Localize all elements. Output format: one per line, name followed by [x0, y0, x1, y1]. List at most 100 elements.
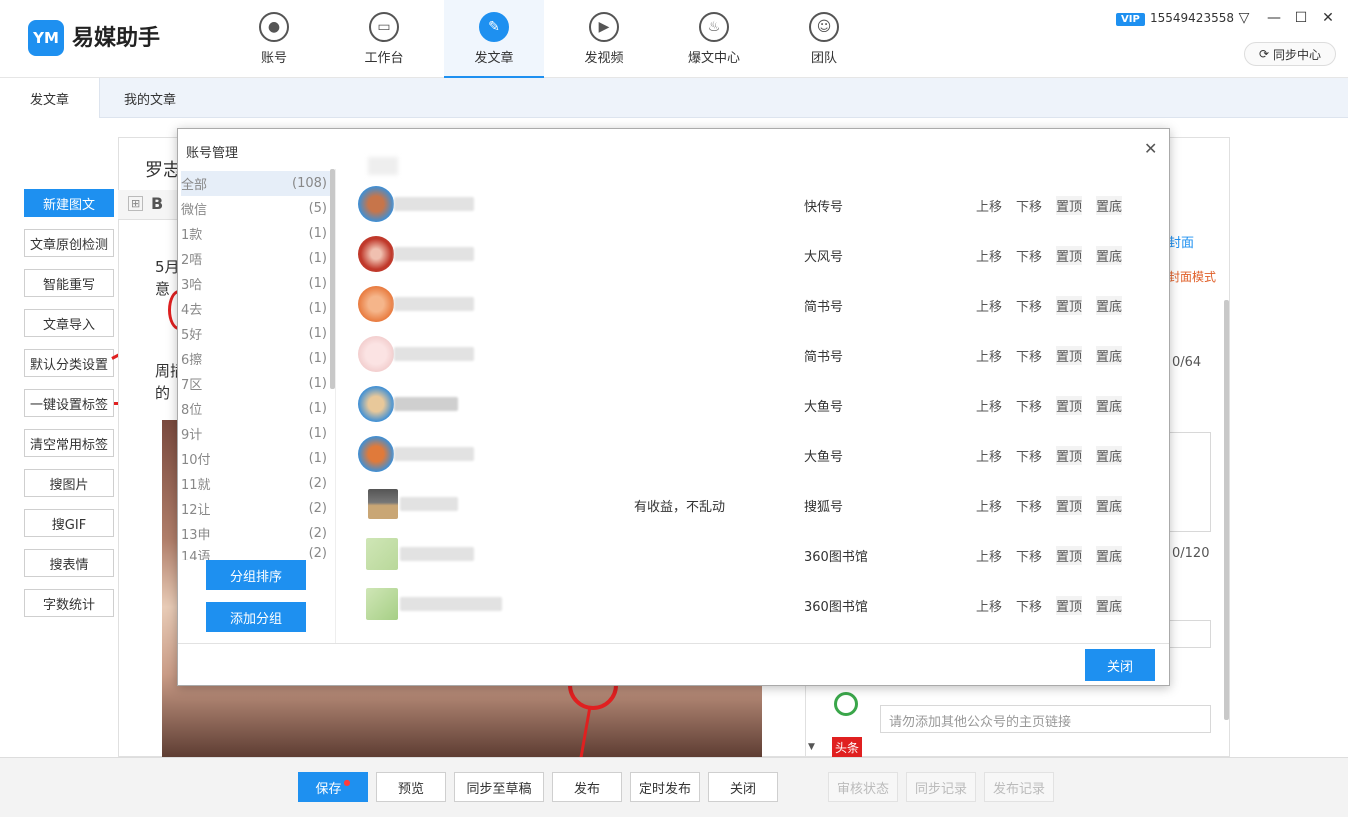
pin-top-button[interactable]: 置顶 — [1056, 446, 1083, 465]
preview-button[interactable]: 预览 — [376, 772, 446, 802]
pin-bottom-button[interactable]: 置底 — [1096, 296, 1123, 315]
search-emoji-button[interactable]: 搜表情 — [24, 549, 114, 577]
move-down-button[interactable]: 下移 — [1016, 396, 1042, 415]
save-button[interactable]: 保存 ● — [298, 772, 368, 802]
group-item[interactable]: 11就 (2) — [181, 471, 331, 496]
group-item[interactable]: 14语 (2) — [181, 546, 331, 560]
search-gif-button[interactable]: 搜GIF — [24, 509, 114, 537]
group-item[interactable]: 8位 (1) — [181, 396, 331, 421]
group-item[interactable]: 3哈 (1) — [181, 271, 331, 296]
account-row[interactable]: 简书号 上移 下移 置顶 置底 — [358, 329, 1148, 379]
panel-scrollbar[interactable] — [1224, 300, 1229, 720]
close-icon[interactable]: ✕ — [1318, 8, 1338, 28]
cover-link[interactable]: 封面 — [1168, 232, 1194, 251]
minimize-icon[interactable]: — — [1264, 8, 1284, 28]
add-group-button[interactable]: 添加分组 — [206, 602, 306, 632]
group-item[interactable]: 12让 (2) — [181, 496, 331, 521]
settings-input[interactable] — [1168, 620, 1211, 648]
account-row[interactable]: 大鱼号 上移 下移 置顶 置底 — [358, 379, 1148, 429]
pin-bottom-button[interactable]: 置底 — [1096, 446, 1123, 465]
move-up-button[interactable]: 上移 — [976, 446, 1002, 465]
move-down-button[interactable]: 下移 — [1016, 446, 1042, 465]
review-status-button[interactable]: 审核状态 — [828, 772, 898, 802]
pin-bottom-button[interactable]: 置底 — [1096, 496, 1123, 515]
pin-top-button[interactable]: 置顶 — [1056, 296, 1083, 315]
account-row[interactable]: 有收益，不乱动 搜狐号 上移 下移 置顶 置底 — [358, 479, 1148, 529]
sync-log-button[interactable]: 同步记录 — [906, 772, 976, 802]
group-item[interactable]: 13申 (2) — [181, 521, 331, 546]
summary-textarea[interactable] — [1168, 432, 1211, 532]
bold-button[interactable]: B — [151, 194, 163, 213]
group-item[interactable]: 9计 (1) — [181, 421, 331, 446]
pin-top-button[interactable]: 置顶 — [1056, 496, 1083, 515]
group-item[interactable]: 2唔 (1) — [181, 246, 331, 271]
group-item[interactable]: 全部 (108) — [181, 171, 331, 196]
close-icon[interactable]: ✕ — [1144, 139, 1157, 158]
sync-center-button[interactable]: ⟳ 同步中心 — [1244, 42, 1336, 66]
dropdown-icon[interactable]: ▽ — [1234, 8, 1254, 28]
article-title[interactable]: 罗志 — [145, 156, 181, 182]
move-down-button[interactable]: 下移 — [1016, 296, 1042, 315]
set-tags-button[interactable]: 一键设置标签 — [24, 389, 114, 417]
pin-bottom-button[interactable]: 置底 — [1096, 346, 1123, 365]
html-icon[interactable]: ⊞ — [128, 196, 144, 211]
group-item[interactable]: 4去 (1) — [181, 296, 331, 321]
group-item[interactable]: 微信 (5) — [181, 196, 331, 221]
account-row[interactable]: 大风号 上移 下移 置顶 置底 — [358, 229, 1148, 279]
group-item[interactable]: 5好 (1) — [181, 321, 331, 346]
account-row[interactable]: 360图书馆 上移 下移 置顶 置底 — [358, 579, 1148, 629]
move-down-button[interactable]: 下移 — [1016, 246, 1042, 265]
default-category-button[interactable]: 默认分类设置 — [24, 349, 114, 377]
move-up-button[interactable]: 上移 — [976, 596, 1002, 615]
nav-hot-articles[interactable]: ♨ 爆文中心 — [664, 0, 764, 78]
publish-button[interactable]: 发布 — [552, 772, 622, 802]
account-row[interactable]: 360图书馆 上移 下移 置顶 置底 — [358, 529, 1148, 579]
scroll-down-icon[interactable]: ▼ — [808, 742, 815, 752]
import-article-button[interactable]: 文章导入 — [24, 309, 114, 337]
tab-my-articles[interactable]: 我的文章 — [94, 78, 206, 118]
nav-team[interactable]: ☺ 团队 — [774, 0, 874, 78]
platform-icon[interactable] — [834, 692, 858, 716]
group-item[interactable]: 6擦 (1) — [181, 346, 331, 371]
sort-groups-button[interactable]: 分组排序 — [206, 560, 306, 590]
smart-rewrite-button[interactable]: 智能重写 — [24, 269, 114, 297]
pin-top-button[interactable]: 置顶 — [1056, 196, 1083, 215]
move-up-button[interactable]: 上移 — [976, 246, 1002, 265]
move-down-button[interactable]: 下移 — [1016, 346, 1042, 365]
cover-mode-link[interactable]: 封面模式 — [1168, 268, 1216, 285]
search-images-button[interactable]: 搜图片 — [24, 469, 114, 497]
move-down-button[interactable]: 下移 — [1016, 546, 1042, 565]
toutiao-icon[interactable]: 头条 — [832, 737, 862, 757]
nav-account[interactable]: ● 账号 — [224, 0, 324, 78]
move-down-button[interactable]: 下移 — [1016, 596, 1042, 615]
account-row[interactable]: 简书号 上移 下移 置顶 置底 — [358, 279, 1148, 329]
nav-publish-video[interactable]: ▶ 发视频 — [554, 0, 654, 78]
maximize-icon[interactable]: ☐ — [1291, 8, 1311, 28]
move-up-button[interactable]: 上移 — [976, 496, 1002, 515]
originality-check-button[interactable]: 文章原创检测 — [24, 229, 114, 257]
group-item[interactable]: 10付 (1) — [181, 446, 331, 471]
pin-bottom-button[interactable]: 置底 — [1096, 246, 1123, 265]
pin-top-button[interactable]: 置顶 — [1056, 396, 1083, 415]
pin-top-button[interactable]: 置顶 — [1056, 546, 1083, 565]
sync-draft-button[interactable]: 同步至草稿 — [454, 772, 544, 802]
pin-bottom-button[interactable]: 置底 — [1096, 596, 1123, 615]
move-down-button[interactable]: 下移 — [1016, 496, 1042, 515]
word-count-button[interactable]: 字数统计 — [24, 589, 114, 617]
account-row[interactable]: 大鱼号 上移 下移 置顶 置底 — [358, 429, 1148, 479]
pin-bottom-button[interactable]: 置底 — [1096, 546, 1123, 565]
schedule-publish-button[interactable]: 定时发布 — [630, 772, 700, 802]
user-phone[interactable]: 15549423558 — [1150, 11, 1234, 25]
clear-tags-button[interactable]: 清空常用标签 — [24, 429, 114, 457]
nav-publish-article[interactable]: ✎ 发文章 — [444, 0, 544, 78]
move-up-button[interactable]: 上移 — [976, 296, 1002, 315]
pin-bottom-button[interactable]: 置底 — [1096, 396, 1123, 415]
move-up-button[interactable]: 上移 — [976, 546, 1002, 565]
pin-top-button[interactable]: 置顶 — [1056, 346, 1083, 365]
group-item[interactable]: 1款 (1) — [181, 221, 331, 246]
new-article-button[interactable]: 新建图文 — [24, 189, 114, 217]
move-up-button[interactable]: 上移 — [976, 196, 1002, 215]
homepage-link-input[interactable]: 请勿添加其他公众号的主页链接 — [880, 705, 1211, 733]
account-row[interactable]: 快传号 上移 下移 置顶 置底 — [358, 179, 1148, 229]
move-up-button[interactable]: 上移 — [976, 346, 1002, 365]
